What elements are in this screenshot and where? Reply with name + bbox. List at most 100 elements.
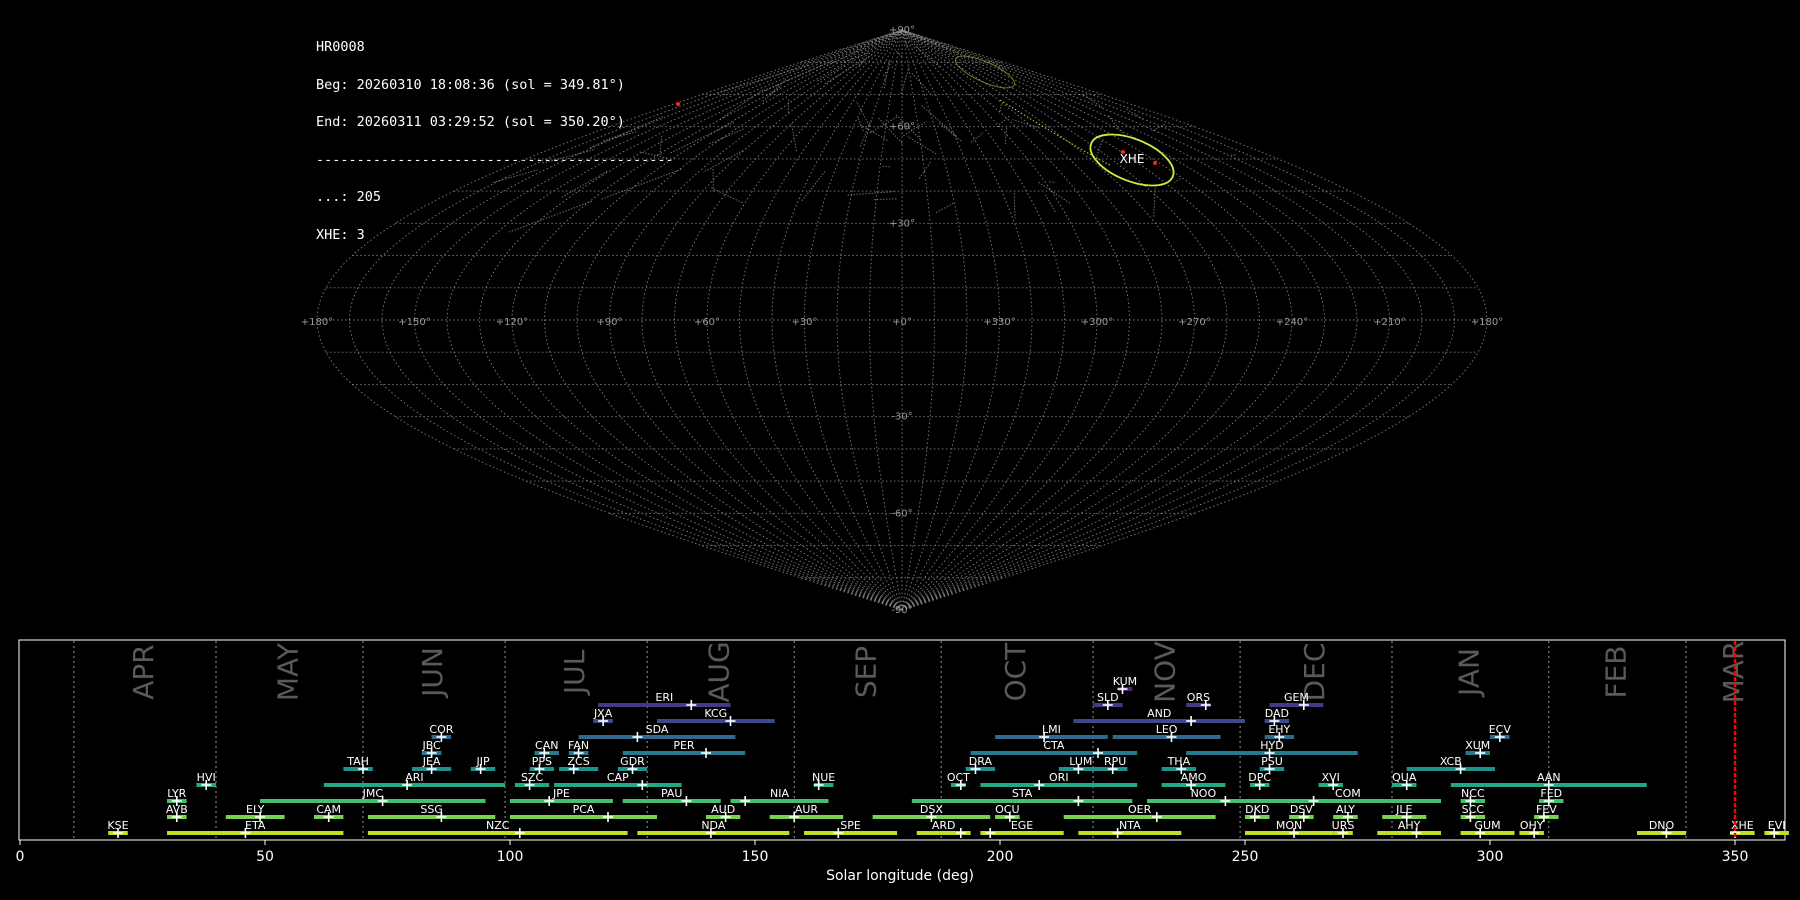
shower-bar [995,815,1020,819]
shower-bar [622,751,746,755]
shower-bar [1333,831,1353,835]
longitude-labels: +180° +150° +120° +90° +60° +30° +0° +330° +300°… [301,317,1503,328]
shower-label: SLD [1097,691,1119,704]
shower-bar [965,767,996,771]
shower-bar [1406,767,1495,771]
meteor-track [881,165,891,168]
shower-bar [593,719,613,723]
meteor-track [717,64,809,94]
month-label: MAR [1717,641,1750,704]
shower-bar [534,751,559,755]
meteor-track [709,128,745,145]
longitude-label: +300° [1081,317,1113,328]
shower-label: CTA [1043,739,1065,752]
shower-bar [1186,751,1358,755]
shower-bar [769,815,844,819]
meteor-track [896,51,903,58]
shower-bar [108,831,128,835]
shower-bar [637,831,790,835]
shower-bar [1465,751,1490,755]
longitude-label: +180° [301,317,333,328]
shower-label: LUM [1069,755,1092,768]
shower-label: ARI [405,771,423,784]
shower-label: DAD [1265,707,1289,720]
shower-label: JLE [1395,803,1412,816]
radiant-ellipse-faint [954,55,1016,89]
longitude-label: +30° [791,317,817,328]
shower-label: PCA [573,803,595,816]
latitude-label: -60° [891,508,912,519]
shower-bar [1460,815,1486,819]
shower-label: NUE [812,771,835,784]
shower-label: CAN [535,739,558,752]
shower-label: NCC [1461,787,1485,800]
month-label: JAN [1452,648,1485,698]
shower-bar [730,799,829,803]
shower-bar [1058,767,1103,771]
shower-bar [470,767,496,771]
month-label: JUN [416,647,449,699]
shower-bar [872,815,991,819]
shower-label: TAH [346,755,369,768]
shower-bar [1161,767,1196,771]
shower-label: ECV [1489,723,1512,736]
month-bands: APR MAY JUN JUL AUG SEP OCT NOV DEC JAN FEB MAR [73,641,1750,839]
shower-bar [1264,735,1294,739]
shower-bar [260,799,486,803]
x-tick-label: 50 [256,849,274,865]
meteor-track [911,73,934,97]
shower-bar [167,815,187,819]
shower-label: KCG [704,707,727,720]
month-label: SEP [850,646,883,698]
shower-bar [1078,831,1182,835]
shower-label: XVI [1322,771,1340,784]
shower-bar [1539,799,1564,803]
meteor-track [702,149,744,173]
longitude-label: +60° [694,317,720,328]
shower-label: EVI [1768,819,1786,832]
shower-bar [970,751,1138,755]
shower-label: RPU [1104,755,1126,768]
meteor-track [1038,181,1072,205]
shower-bar [167,831,344,835]
shower-bar [1249,783,1270,787]
shower-bar [1450,783,1647,787]
sky-map: +90° +60° +30° -30° -60° -90° +180° +150° +120°… [301,25,1503,616]
shower-label: GEM [1284,691,1309,704]
shower-bar [1161,783,1226,787]
shower-bar [1269,703,1324,707]
shower-label: LEO [1156,723,1178,736]
shower-bar [1460,831,1515,835]
shower-label: SSG [420,803,443,816]
shower-bar [1264,719,1290,723]
meteor-track [709,186,743,204]
meteor-track [970,132,984,143]
meteor-track [858,123,888,141]
shower-label: JXA [593,707,613,720]
month-label: DEC [1298,643,1331,702]
shower-bar [510,799,613,803]
meteor-track [639,151,668,159]
x-tick-label: 150 [742,849,769,865]
shower-bar [1637,831,1686,835]
shower-bar [1073,719,1245,723]
shower-bar [514,783,550,787]
shower-bar [167,799,187,803]
shower-label: OCU [995,803,1019,816]
meteor-track [1172,178,1181,185]
shower-bar [1490,735,1510,739]
shower-label: AUD [711,803,735,816]
shower-label: COR [429,723,453,736]
shower-label: AAN [1537,771,1561,784]
meteor-track [602,130,639,142]
meteor-track [542,149,594,164]
meteor-track [718,89,764,121]
x-axis-ticks: 0 50 100 150 200 250 300 350 [16,840,1749,865]
month-label: MAY [272,642,305,701]
shower-bar [554,783,682,787]
shower-label: AHY [1398,819,1421,832]
x-axis-label: Solar longitude (deg) [826,868,974,884]
x-tick-label: 350 [1722,849,1749,865]
shower-label: PAU [661,787,683,800]
meteor-track [801,170,826,202]
